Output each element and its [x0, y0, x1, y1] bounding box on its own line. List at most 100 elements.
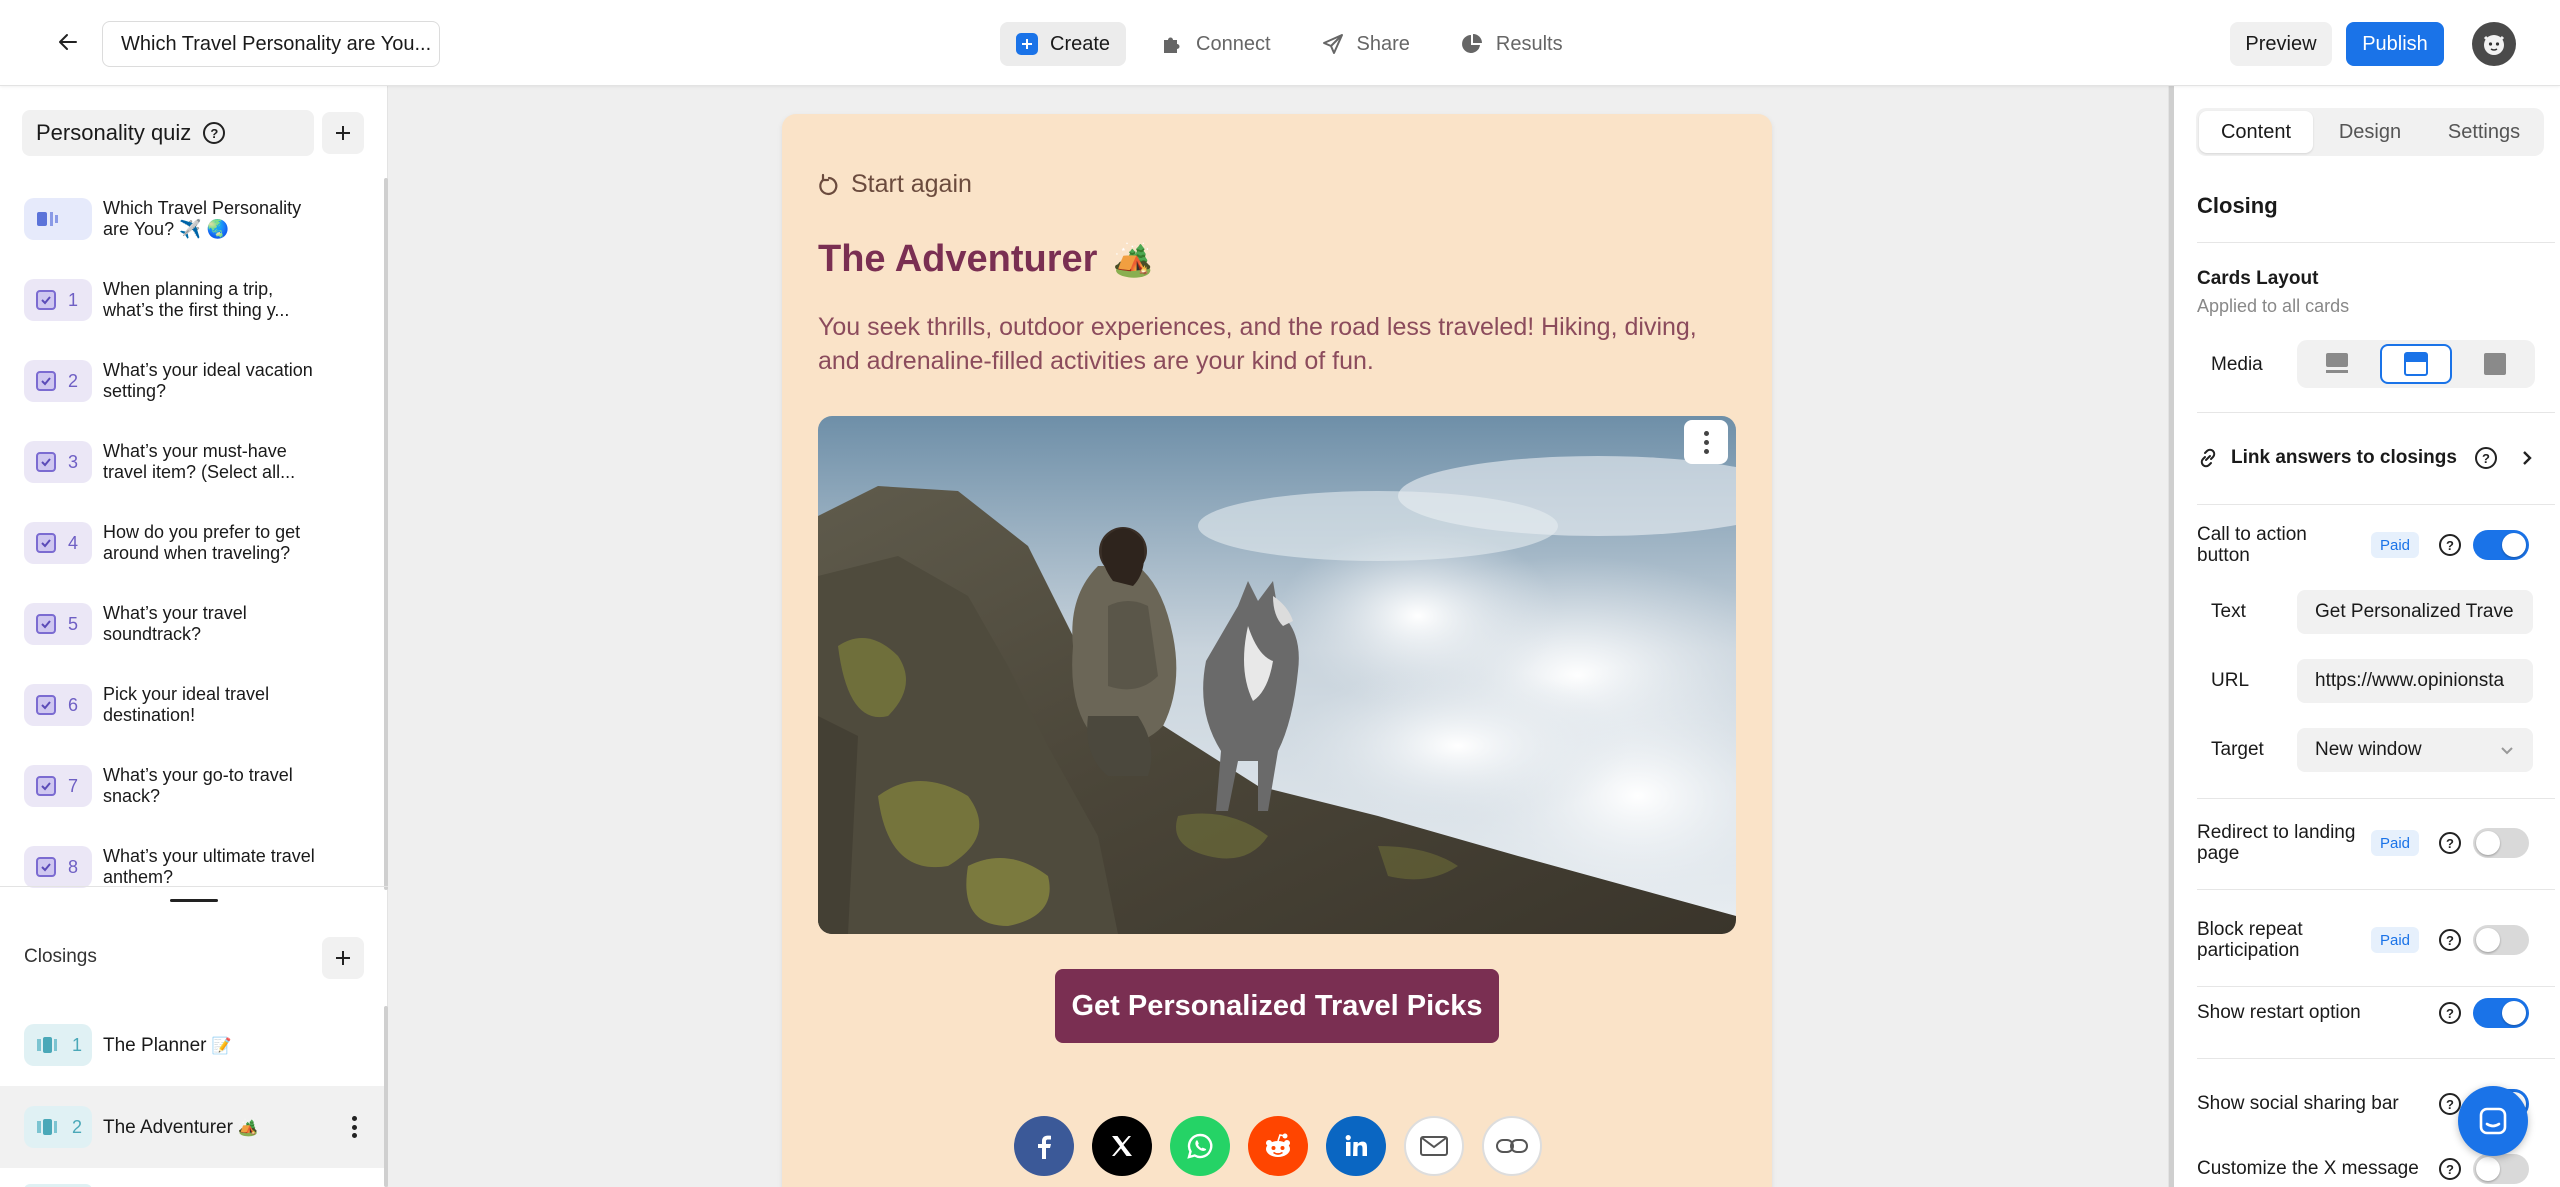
closing-item[interactable]: 1 The Planner 📝 — [0, 1004, 384, 1086]
avatar-icon[interactable] — [2472, 22, 2516, 66]
divider — [2197, 412, 2555, 413]
help-icon[interactable]: ? — [203, 122, 226, 144]
help-icon[interactable]: ? — [2439, 832, 2461, 854]
plus-icon — [336, 951, 350, 965]
quiz-type-selector[interactable]: Personality quiz ? — [22, 110, 314, 156]
tab-connect[interactable]: Connect — [1144, 22, 1287, 66]
tab-design[interactable]: Design — [2313, 111, 2427, 153]
tab-create[interactable]: Create — [1000, 22, 1127, 66]
tab-share[interactable]: Share — [1305, 22, 1426, 66]
checkbox-icon — [36, 695, 56, 715]
email-icon[interactable] — [1404, 1116, 1464, 1176]
chat-icon[interactable] — [2458, 1086, 2528, 1156]
list-item[interactable]: Which Travel Personality are You? ✈️ 🌏 — [0, 182, 384, 252]
question-number: 3 — [68, 451, 79, 472]
media-layout-top-icon[interactable] — [2301, 344, 2373, 384]
more-options-icon[interactable] — [346, 1112, 362, 1142]
question-text: What’s your ultimate travel anthem? — [103, 846, 315, 887]
question-badge: 4 — [24, 522, 92, 564]
help-icon[interactable]: ? — [2474, 447, 2497, 469]
help-icon[interactable]: ? — [2439, 1002, 2461, 1024]
section-title: Closing — [2197, 193, 2278, 218]
list-item[interactable]: 2 What’s your ideal vacation setting? — [0, 344, 384, 414]
tab-settings[interactable]: Settings — [2427, 111, 2541, 153]
tab-content[interactable]: Content — [2199, 111, 2313, 153]
panel-scrollbar[interactable] — [2169, 86, 2174, 1187]
list-item[interactable]: 1 When planning a trip, what’s the first… — [0, 263, 384, 333]
checkbox-icon — [36, 533, 56, 553]
help-icon[interactable]: ? — [2439, 1158, 2461, 1180]
list-item[interactable]: 4 How do you prefer to get around when t… — [0, 506, 384, 576]
checkbox-icon — [36, 371, 56, 391]
list-item[interactable]: 7 What’s your go-to travel snack? — [0, 749, 384, 819]
closing-badge: 1 — [24, 1024, 92, 1066]
closing-item[interactable]: 2 The Adventurer 🏕️ — [0, 1086, 384, 1168]
help-icon[interactable]: ? — [2439, 534, 2461, 556]
facebook-icon[interactable] — [1014, 1116, 1074, 1176]
cards-layout-label: Cards Layout — [2197, 268, 2319, 289]
left-sidebar: Personality quiz ? Which Travel Personal… — [0, 86, 388, 1187]
checkbox-icon — [36, 776, 56, 796]
list-item[interactable]: 3 What’s your must-have travel item? (Se… — [0, 425, 384, 495]
back-button[interactable] — [48, 22, 88, 62]
image-options-button[interactable] — [1684, 420, 1728, 464]
show-restart-toggle[interactable] — [2473, 998, 2529, 1028]
closing-description[interactable]: You seek thrills, outdoor experiences, a… — [818, 310, 1738, 378]
divider — [2197, 798, 2555, 799]
list-item[interactable]: 5 What’s your travel soundtrack? — [0, 587, 384, 657]
x-icon[interactable] — [1092, 1116, 1152, 1176]
block-repeat-toggle[interactable] — [2473, 925, 2529, 955]
question-badge: 8 — [24, 846, 92, 888]
help-icon[interactable]: ? — [2439, 1093, 2461, 1115]
closing-emoji: 📝 — [211, 1038, 232, 1055]
plus-square-icon — [1016, 33, 1038, 55]
redirect-toggle[interactable] — [2473, 828, 2529, 858]
question-badge: 7 — [24, 765, 92, 807]
tab-results[interactable]: Results — [1444, 22, 1579, 66]
cta-toggle[interactable] — [2473, 530, 2529, 560]
divider — [2197, 242, 2555, 243]
add-question-button[interactable] — [322, 112, 364, 154]
linkedin-icon[interactable] — [1326, 1116, 1386, 1176]
add-closing-button[interactable] — [322, 937, 364, 979]
question-text: What’s your ideal vacation setting? — [103, 360, 313, 401]
quiz-type-label: Personality quiz — [36, 120, 192, 145]
restart-link[interactable]: Start again — [817, 170, 972, 199]
closings-scrollbar[interactable] — [384, 1006, 388, 1187]
paid-badge: Paid — [2371, 532, 2419, 558]
intro-icon — [24, 198, 92, 240]
main-nav: Create Connect Share Results — [1000, 22, 1579, 66]
question-text: Which Travel Personality are You? ✈️ 🌏 — [103, 198, 302, 239]
reddit-icon[interactable] — [1248, 1116, 1308, 1176]
closing-card-icon — [37, 1037, 57, 1053]
question-list-scrollbar[interactable] — [384, 178, 388, 890]
preview-button[interactable]: Preview — [2230, 22, 2332, 66]
link-icon[interactable] — [1482, 1116, 1542, 1176]
question-number: 7 — [68, 775, 79, 796]
list-item[interactable]: 6 Pick your ideal travel destination! — [0, 668, 384, 738]
resize-handle[interactable] — [170, 899, 218, 902]
customize-x-label: Customize the X message — [2197, 1158, 2419, 1179]
cta-url-input[interactable]: https://www.opinionsta — [2297, 659, 2533, 703]
closing-label: The Planner — [103, 1035, 207, 1056]
quiz-title-input[interactable]: Which Travel Personality are You... — [102, 21, 440, 67]
top-bar: Which Travel Personality are You... Crea… — [0, 0, 2560, 86]
panel-tabs: Content Design Settings — [2196, 108, 2544, 156]
customize-x-toggle[interactable] — [2473, 1154, 2529, 1184]
cta-text-input[interactable]: Get Personalized Trave — [2297, 590, 2533, 634]
question-text: What’s your travel soundtrack? — [103, 603, 247, 644]
media-layout-full-icon[interactable] — [2459, 344, 2531, 384]
closing-title-text: The Adventurer — [818, 238, 1098, 280]
target-select[interactable]: New window — [2297, 728, 2533, 772]
whatsapp-icon[interactable] — [1170, 1116, 1230, 1176]
media-layout-banner-icon[interactable] — [2379, 344, 2452, 384]
link-answers-row[interactable]: Link answers to closings ? — [2197, 438, 2547, 478]
list-item[interactable]: 8 What’s your ultimate travel anthem? — [0, 830, 384, 900]
tab-create-label: Create — [1050, 32, 1111, 55]
closing-image[interactable] — [818, 416, 1736, 934]
closing-title[interactable]: The Adventurer 🏕️ — [818, 238, 1153, 281]
publish-button[interactable]: Publish — [2346, 22, 2444, 66]
help-icon[interactable]: ? — [2439, 929, 2461, 951]
cta-button[interactable]: Get Personalized Travel Picks — [1055, 969, 1499, 1043]
checkbox-icon — [36, 614, 56, 634]
